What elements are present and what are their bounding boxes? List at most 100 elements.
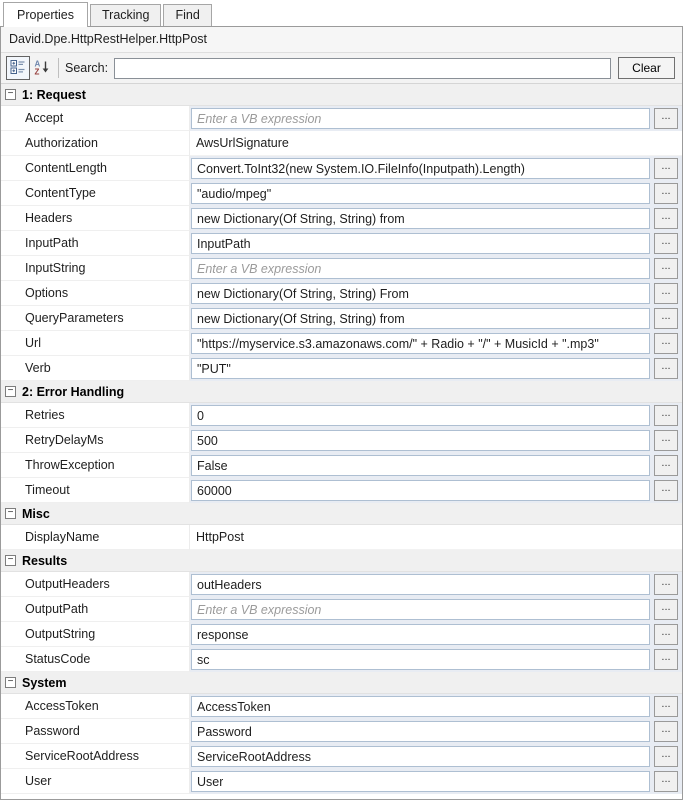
tab-tracking[interactable]: Tracking bbox=[90, 4, 161, 26]
expression-input[interactable]: ServiceRootAddress bbox=[191, 746, 650, 767]
expression-input[interactable]: InputPath bbox=[191, 233, 650, 254]
expression-input[interactable]: Password bbox=[191, 721, 650, 742]
tab-strip: Properties Tracking Find bbox=[0, 0, 683, 26]
expression-text: User bbox=[197, 775, 223, 789]
ellipsis-button[interactable]: ... bbox=[654, 455, 678, 476]
ellipsis-button[interactable]: ... bbox=[654, 283, 678, 304]
expression-text: Password bbox=[197, 725, 252, 739]
property-value-text[interactable]: AwsUrlSignature bbox=[190, 136, 289, 150]
collapse-minus-icon[interactable]: − bbox=[5, 386, 16, 397]
ellipsis-button[interactable]: ... bbox=[654, 599, 678, 620]
ellipsis-button[interactable]: ... bbox=[654, 574, 678, 595]
expression-input[interactable]: "https://myservice.s3.amazonaws.com/" + … bbox=[191, 333, 650, 354]
ellipsis-button[interactable]: ... bbox=[654, 771, 678, 792]
expression-input[interactable]: Enter a VB expression bbox=[191, 258, 650, 279]
expression-input[interactable]: new Dictionary(Of String, String) from bbox=[191, 308, 650, 329]
categorized-view-button[interactable] bbox=[6, 56, 30, 80]
property-label: DisplayName bbox=[1, 525, 190, 550]
expression-input[interactable]: 60000 bbox=[191, 480, 650, 501]
section-header[interactable]: −Results bbox=[1, 550, 682, 572]
ellipsis-button[interactable]: ... bbox=[654, 430, 678, 451]
expression-text: Enter a VB expression bbox=[197, 262, 321, 276]
search-input[interactable] bbox=[114, 58, 611, 79]
section-header[interactable]: −Misc bbox=[1, 503, 682, 525]
collapse-minus-icon[interactable]: − bbox=[5, 508, 16, 519]
expression-input[interactable]: Enter a VB expression bbox=[191, 108, 650, 129]
expression-text: outHeaders bbox=[197, 578, 262, 592]
ellipsis-button[interactable]: ... bbox=[654, 480, 678, 501]
expression-input[interactable]: 0 bbox=[191, 405, 650, 426]
ellipsis-button[interactable]: ... bbox=[654, 746, 678, 767]
properties-panel: Properties Tracking Find David.Dpe.HttpR… bbox=[0, 0, 683, 800]
ellipsis-button[interactable]: ... bbox=[654, 233, 678, 254]
property-value-text[interactable]: HttpPost bbox=[190, 530, 244, 544]
property-label: RetryDelayMs bbox=[1, 428, 190, 453]
expression-input[interactable]: new Dictionary(Of String, String) From bbox=[191, 283, 650, 304]
ellipsis-button[interactable]: ... bbox=[654, 258, 678, 279]
expression-input[interactable]: new Dictionary(Of String, String) from bbox=[191, 208, 650, 229]
section-title: 1: Request bbox=[22, 88, 86, 102]
collapse-minus-icon[interactable]: − bbox=[5, 677, 16, 688]
ellipsis-button[interactable]: ... bbox=[654, 108, 678, 129]
property-row: RetryDelayMs500... bbox=[1, 428, 682, 453]
property-value-cell: new Dictionary(Of String, String) from..… bbox=[190, 306, 682, 331]
ellipsis-button[interactable]: ... bbox=[654, 624, 678, 645]
property-row: DisplayNameHttpPost bbox=[1, 525, 682, 550]
property-label: Retries bbox=[1, 403, 190, 428]
tab-properties[interactable]: Properties bbox=[3, 2, 88, 27]
expression-text: ServiceRootAddress bbox=[197, 750, 311, 764]
expression-input[interactable]: User bbox=[191, 771, 650, 792]
expression-input[interactable]: False bbox=[191, 455, 650, 476]
ellipsis-button[interactable]: ... bbox=[654, 183, 678, 204]
expression-text: Enter a VB expression bbox=[197, 603, 321, 617]
properties-panel-body: David.Dpe.HttpRestHelper.HttpPost bbox=[0, 26, 683, 800]
property-value-cell: 500... bbox=[190, 428, 682, 453]
expression-input[interactable]: "audio/mpeg" bbox=[191, 183, 650, 204]
property-label: ThrowException bbox=[1, 453, 190, 478]
expression-input[interactable]: 500 bbox=[191, 430, 650, 451]
ellipsis-button[interactable]: ... bbox=[654, 208, 678, 229]
property-row: InputStringEnter a VB expression... bbox=[1, 256, 682, 281]
sort-alphabetical-button[interactable]: A Z bbox=[30, 56, 54, 80]
collapse-minus-icon[interactable]: − bbox=[5, 89, 16, 100]
ellipsis-button[interactable]: ... bbox=[654, 308, 678, 329]
toolbar-separator bbox=[58, 58, 59, 78]
expression-text: 500 bbox=[197, 434, 218, 448]
property-value-cell: ServiceRootAddress... bbox=[190, 744, 682, 769]
ellipsis-button[interactable]: ... bbox=[654, 358, 678, 379]
expression-input[interactable]: response bbox=[191, 624, 650, 645]
property-row: AccessTokenAccessToken... bbox=[1, 694, 682, 719]
expression-input[interactable]: "PUT" bbox=[191, 358, 650, 379]
ellipsis-button[interactable]: ... bbox=[654, 649, 678, 670]
property-value-cell: new Dictionary(Of String, String) From..… bbox=[190, 281, 682, 306]
property-row: PasswordPassword... bbox=[1, 719, 682, 744]
ellipsis-button[interactable]: ... bbox=[654, 405, 678, 426]
ellipsis-button[interactable]: ... bbox=[654, 721, 678, 742]
property-value-cell: "audio/mpeg"... bbox=[190, 181, 682, 206]
section-header[interactable]: −System bbox=[1, 672, 682, 694]
ellipsis-button[interactable]: ... bbox=[654, 696, 678, 717]
property-label: OutputHeaders bbox=[1, 572, 190, 597]
section-header[interactable]: −2: Error Handling bbox=[1, 381, 682, 403]
property-label: ContentType bbox=[1, 181, 190, 206]
tab-find[interactable]: Find bbox=[163, 4, 211, 26]
property-value-cell: AccessToken... bbox=[190, 694, 682, 719]
clear-search-button[interactable]: Clear bbox=[618, 57, 675, 79]
ellipsis-button[interactable]: ... bbox=[654, 333, 678, 354]
expression-input[interactable]: sc bbox=[191, 649, 650, 670]
expression-input[interactable]: Convert.ToInt32(new System.IO.FileInfo(I… bbox=[191, 158, 650, 179]
property-row: Optionsnew Dictionary(Of String, String)… bbox=[1, 281, 682, 306]
property-label: StatusCode bbox=[1, 647, 190, 672]
section-header[interactable]: −1: Request bbox=[1, 84, 682, 106]
ellipsis-button[interactable]: ... bbox=[654, 158, 678, 179]
property-value-cell: 60000... bbox=[190, 478, 682, 503]
expression-text: response bbox=[197, 628, 248, 642]
property-label: Authorization bbox=[1, 131, 190, 156]
property-label: ContentLength bbox=[1, 156, 190, 181]
property-label: Headers bbox=[1, 206, 190, 231]
expression-input[interactable]: outHeaders bbox=[191, 574, 650, 595]
expression-input[interactable]: Enter a VB expression bbox=[191, 599, 650, 620]
collapse-minus-icon[interactable]: − bbox=[5, 555, 16, 566]
property-row: ContentType"audio/mpeg"... bbox=[1, 181, 682, 206]
expression-input[interactable]: AccessToken bbox=[191, 696, 650, 717]
